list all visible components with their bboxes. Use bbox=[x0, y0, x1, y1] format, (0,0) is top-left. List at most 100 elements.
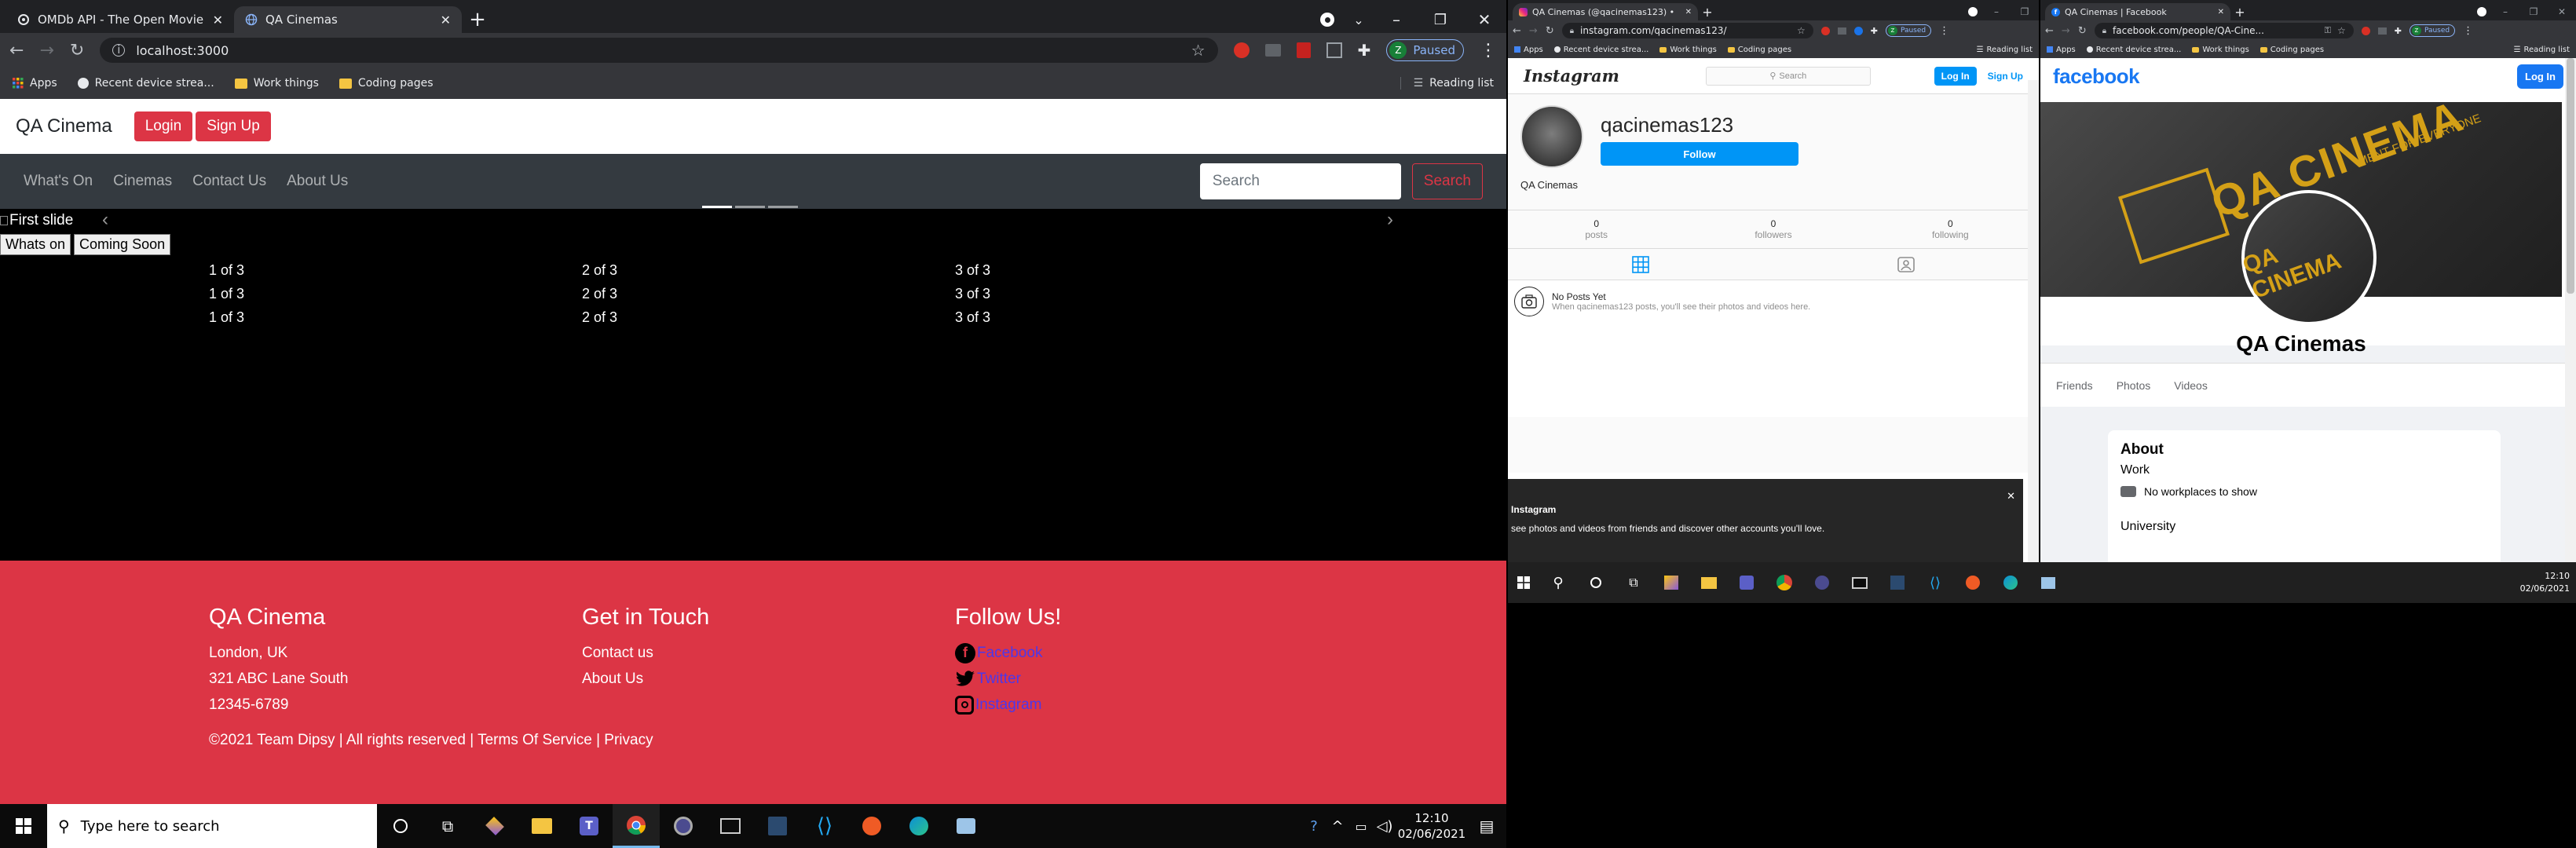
instagram-login-button[interactable]: Log In bbox=[1934, 66, 1977, 86]
carousel-next-icon[interactable]: › bbox=[1387, 209, 1393, 231]
new-tab-icon[interactable]: + bbox=[462, 6, 493, 33]
chrome-icon[interactable] bbox=[613, 804, 660, 848]
menu-dots-icon[interactable]: ⋮ bbox=[1939, 25, 1949, 37]
cortana-icon[interactable] bbox=[377, 819, 424, 833]
bookmark-recent-device[interactable]: Recent device strea... bbox=[2086, 46, 2181, 54]
star-icon[interactable]: ☆ bbox=[1797, 25, 1806, 36]
star-icon[interactable]: ☆ bbox=[1191, 41, 1206, 60]
forward-icon[interactable]: → bbox=[39, 41, 53, 60]
media-record-icon[interactable] bbox=[1312, 6, 1343, 33]
address-bar[interactable]: 🔒︎ instagram.com/qacinemas123/ ☆ bbox=[1561, 23, 1813, 38]
bookmark-coding-pages[interactable]: Coding pages bbox=[338, 77, 434, 90]
carousel-indicator[interactable] bbox=[735, 206, 765, 208]
signup-button[interactable]: Sign Up bbox=[196, 111, 271, 141]
site-search-input[interactable]: Search bbox=[1199, 163, 1401, 199]
close-icon[interactable]: ✕ bbox=[213, 13, 223, 27]
minimize-icon[interactable]: – bbox=[1982, 3, 2011, 20]
bookmark-recent-device[interactable]: Recent device strea... bbox=[1553, 46, 1648, 54]
footer-contact-link[interactable]: Contact us bbox=[582, 640, 955, 666]
search-icon[interactable]: ⚲ bbox=[1539, 575, 1577, 591]
extension-blue-icon[interactable] bbox=[1853, 26, 1863, 35]
windows-start-icon[interactable] bbox=[1508, 576, 1539, 589]
puzzle-icon[interactable]: ✚ bbox=[1871, 26, 1878, 36]
scrollbar[interactable] bbox=[2565, 58, 2576, 562]
extension-pdf-icon[interactable] bbox=[1296, 42, 1311, 58]
postman-icon[interactable] bbox=[1954, 576, 1992, 590]
edge-icon[interactable] bbox=[895, 817, 942, 835]
reload-icon[interactable]: ↻ bbox=[2078, 25, 2087, 37]
address-bar[interactable]: 🔒︎ facebook.com/people/QA-Cine... ⚿ ☆ bbox=[2094, 23, 2354, 38]
bookmark-recent-device[interactable]: Recent device strea... bbox=[77, 77, 214, 90]
profile-picture[interactable]: QA CINEMA bbox=[2239, 190, 2377, 325]
twitter-link-text[interactable]: Twitter bbox=[977, 666, 1021, 692]
app-cloud-icon[interactable] bbox=[942, 818, 990, 834]
restore-icon[interactable]: ❐ bbox=[2011, 3, 2039, 20]
teams-icon[interactable]: T bbox=[565, 817, 613, 835]
profile-paused-button[interactable]: Z Paused bbox=[2409, 24, 2456, 37]
network-icon[interactable]: ▭ bbox=[1349, 819, 1373, 834]
grid-icon[interactable] bbox=[1508, 255, 1773, 273]
carousel-indicator[interactable] bbox=[768, 206, 798, 208]
extension-grey-icon[interactable] bbox=[2377, 27, 2387, 35]
photoshop-icon[interactable] bbox=[754, 817, 801, 835]
notifications-icon[interactable]: ▤ bbox=[1467, 817, 1506, 835]
chevron-down-icon[interactable]: ⌄ bbox=[1343, 6, 1374, 33]
close-icon[interactable]: ✕ bbox=[2218, 8, 2224, 16]
extension-grey-icon[interactable] bbox=[1837, 27, 1846, 35]
extension-red-icon[interactable] bbox=[1820, 26, 1830, 35]
close-window-icon[interactable]: ✕ bbox=[1462, 6, 1506, 33]
tagged-icon[interactable] bbox=[1773, 256, 2039, 273]
star-icon[interactable]: ☆ bbox=[2337, 25, 2346, 36]
key-icon[interactable]: ⚿ bbox=[2325, 25, 2331, 36]
twitter-link[interactable]: Twitter bbox=[955, 666, 1269, 692]
brand-logo[interactable]: QA Cinema bbox=[16, 115, 112, 137]
edge-icon[interactable] bbox=[1992, 576, 2029, 590]
nav-cinemas[interactable]: Cinemas bbox=[113, 173, 172, 190]
tab-qa-cinemas[interactable]: QA Cinemas ✕ bbox=[234, 6, 462, 33]
new-tab-icon[interactable]: + bbox=[1698, 3, 1717, 20]
extension-red-icon[interactable] bbox=[1233, 42, 1250, 58]
app-vpn-icon[interactable] bbox=[1803, 576, 1841, 590]
vscode-icon[interactable]: ⟨⟩ bbox=[801, 814, 848, 838]
facebook-login-button[interactable]: Log In bbox=[2517, 64, 2563, 89]
back-icon[interactable]: ← bbox=[9, 41, 24, 60]
close-icon[interactable]: ✕ bbox=[1685, 8, 1692, 16]
facebook-logo[interactable]: facebook bbox=[2053, 64, 2140, 89]
tab-omdb[interactable]: OMDb API - The Open Movie Da ✕ bbox=[6, 6, 234, 33]
facebook-link[interactable]: f Facebook bbox=[955, 640, 1269, 666]
coming-soon-button[interactable]: Coming Soon bbox=[74, 234, 171, 255]
back-icon[interactable]: ← bbox=[2045, 25, 2054, 37]
app-vpn-icon[interactable] bbox=[660, 817, 707, 835]
media-record-icon[interactable] bbox=[1963, 3, 1982, 20]
close-icon[interactable]: ✕ bbox=[2007, 490, 2015, 503]
reload-icon[interactable]: ↻ bbox=[1546, 25, 1554, 37]
bookmark-work-things[interactable]: Work things bbox=[234, 77, 319, 90]
minimize-icon[interactable]: – bbox=[1374, 6, 1418, 33]
clock[interactable]: 12:10 02/06/2021 bbox=[1396, 810, 1467, 842]
reload-icon[interactable]: ↻ bbox=[70, 41, 84, 60]
tab-friends[interactable]: Friends bbox=[2056, 379, 2093, 392]
file-explorer-icon[interactable] bbox=[1690, 576, 1728, 589]
profile-paused-button[interactable]: Z Paused bbox=[1885, 24, 1932, 37]
app-tasks-icon[interactable] bbox=[1652, 576, 1690, 590]
scrollbar[interactable] bbox=[2028, 80, 2039, 562]
login-button[interactable]: Login bbox=[134, 111, 193, 141]
chevron-up-icon[interactable]: ^ bbox=[1326, 818, 1349, 835]
menu-dots-icon[interactable]: ⋮ bbox=[2463, 25, 2473, 37]
help-icon[interactable]: ? bbox=[1302, 818, 1326, 835]
extension-grey-icon[interactable] bbox=[1264, 44, 1281, 57]
instagram-follow-button[interactable]: Follow bbox=[1601, 142, 1798, 166]
clock[interactable]: 12:10 02/06/2021 bbox=[2520, 570, 2576, 595]
postman-icon[interactable] bbox=[848, 817, 895, 835]
bookmark-coding-pages[interactable]: Coding pages bbox=[1727, 46, 1791, 54]
close-icon[interactable]: ✕ bbox=[441, 13, 451, 27]
tab-facebook[interactable]: f QA Cinemas | Facebook ✕ bbox=[2045, 3, 2230, 20]
extension-frame-icon[interactable] bbox=[1326, 42, 1342, 58]
new-tab-icon[interactable]: + bbox=[2230, 3, 2249, 20]
media-record-icon[interactable] bbox=[2472, 3, 2491, 20]
footer-about-link[interactable]: About Us bbox=[582, 666, 955, 692]
avatar[interactable] bbox=[1520, 105, 1583, 168]
bookmark-apps[interactable]: Apps bbox=[13, 77, 57, 90]
site-search-button[interactable]: Search bbox=[1411, 163, 1483, 199]
address-bar[interactable]: i localhost:3000 ☆ bbox=[100, 38, 1218, 63]
